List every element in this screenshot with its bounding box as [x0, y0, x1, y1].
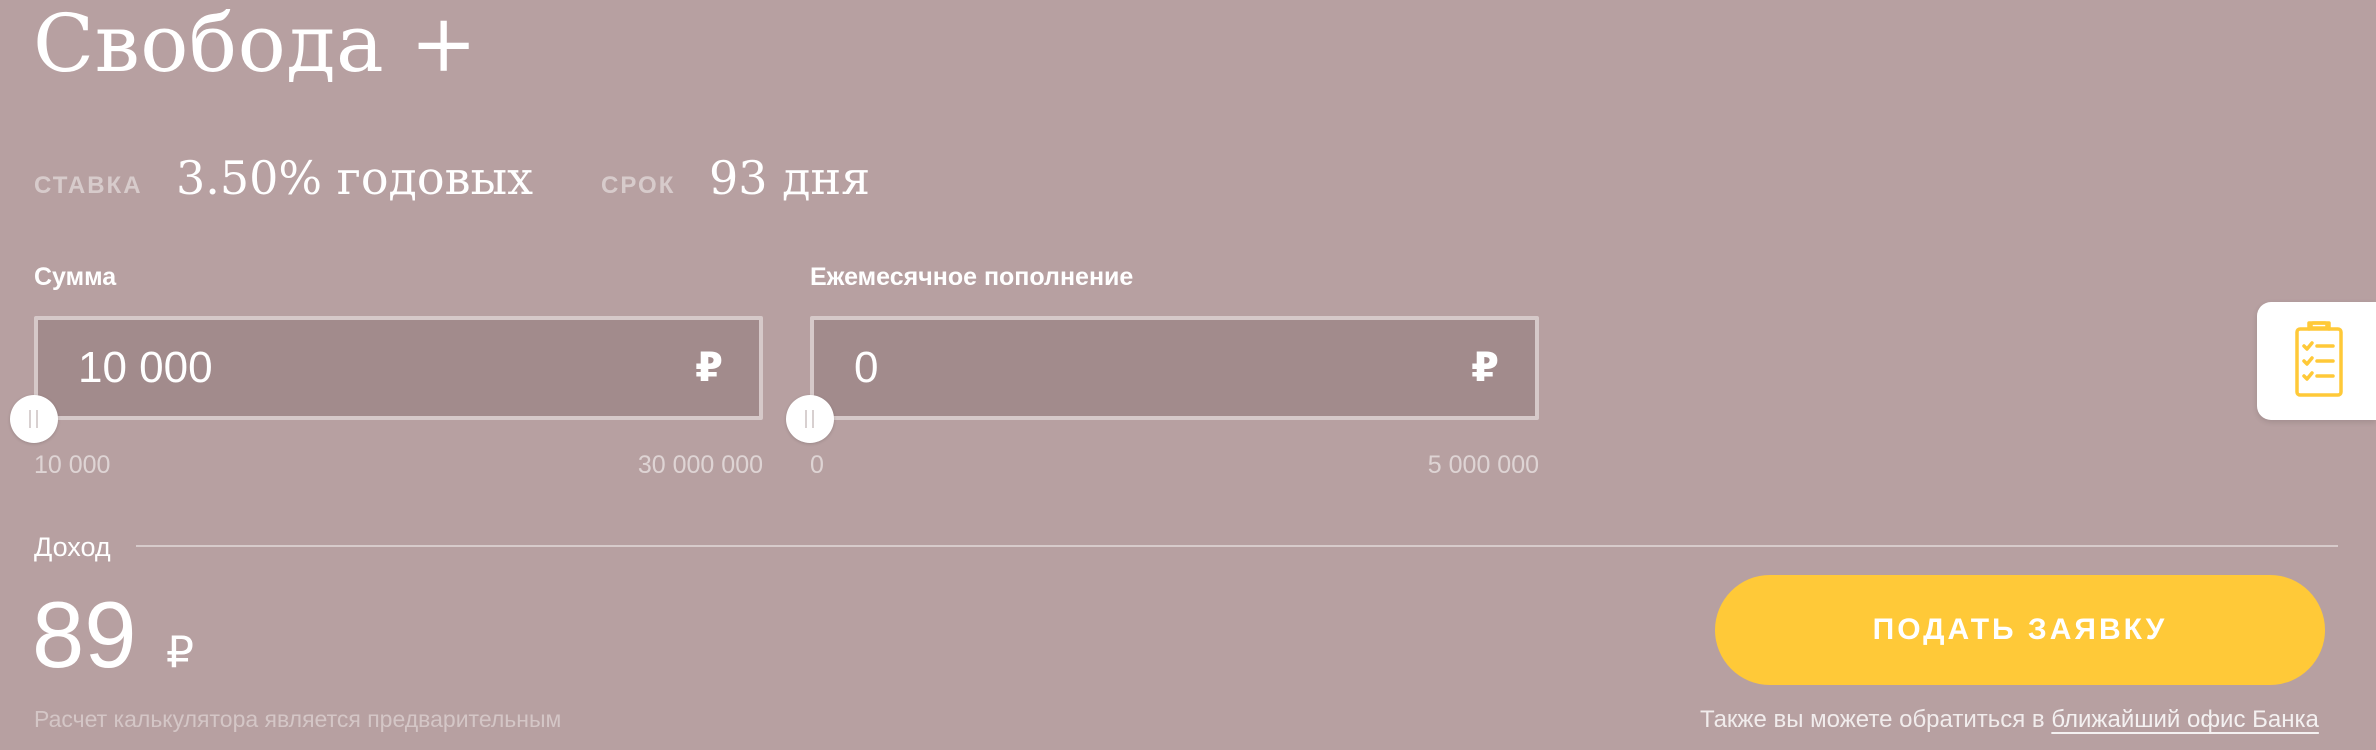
- contact-line: Также вы можете обратиться в ближайший о…: [1700, 705, 2319, 735]
- nearest-office-link[interactable]: ближайший офис Банка: [2051, 706, 2319, 733]
- grip-line: [805, 410, 807, 428]
- sum-input-value[interactable]: 10 000: [78, 320, 213, 416]
- disclaimer-text: Расчет калькулятора является предварител…: [34, 706, 562, 732]
- monthly-min-label: 0: [810, 451, 824, 479]
- ruble-icon: ₽: [1471, 346, 1499, 390]
- monthly-max-label: 5 000 000: [1427, 451, 1539, 479]
- grip-line: [812, 410, 814, 428]
- divider: [136, 545, 2338, 547]
- income-currency: ₽: [166, 628, 194, 677]
- monthly-input-value[interactable]: 0: [854, 320, 878, 416]
- contact-text: Также вы можете обратиться в: [1700, 706, 2045, 733]
- apply-button[interactable]: ПОДАТЬ ЗАЯВКУ: [1715, 575, 2325, 685]
- monthly-input[interactable]: 0 ₽: [810, 316, 1539, 420]
- sum-field-label: Сумма: [34, 263, 117, 291]
- term-label: СРОК: [601, 172, 676, 199]
- sum-input[interactable]: 10 000 ₽: [34, 316, 763, 420]
- ruble-icon: ₽: [695, 346, 723, 390]
- monthly-field-label: Ежемесячное пополнение: [810, 263, 1134, 291]
- rate-label: СТАВКА: [34, 172, 143, 199]
- grip-line: [29, 410, 31, 428]
- side-tab-button[interactable]: [2257, 302, 2376, 420]
- rate-value: 3.50% годовых: [176, 151, 534, 205]
- sum-min-label: 10 000: [34, 451, 111, 479]
- income-value: 89: [32, 582, 137, 687]
- grip-line: [36, 410, 38, 428]
- income-label: Доход: [34, 532, 111, 562]
- clipboard-checklist-icon: [2295, 321, 2343, 397]
- sum-max-label: 30 000 000: [637, 451, 763, 479]
- page-title: Свобода +: [33, 0, 478, 90]
- sum-slider-handle[interactable]: [10, 395, 58, 443]
- term-value: 93 дня: [709, 151, 871, 205]
- monthly-slider-handle[interactable]: [786, 395, 834, 443]
